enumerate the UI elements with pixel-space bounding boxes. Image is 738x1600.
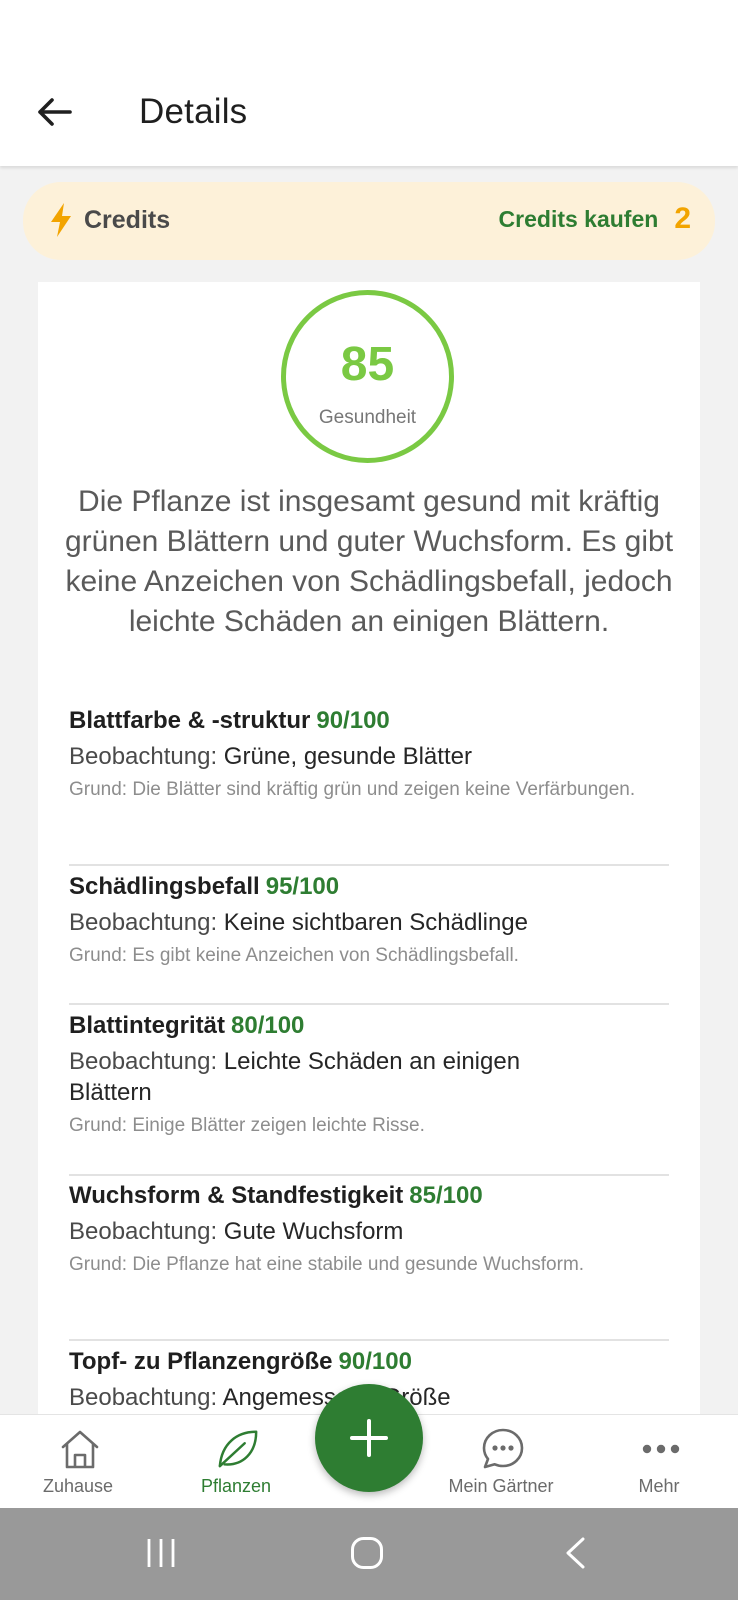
metric-title: Blattintegrität [69,1012,225,1039]
metric-reason: Grund: Es gibt keine Anzeichen von Schäd… [69,945,519,966]
health-details-card: 85 Gesundheit Die Pflanze ist insgesamt … [38,282,700,1422]
home-icon [58,1427,102,1471]
nav-label: Mein Gärtner [448,1476,554,1496]
metric-reason: Grund: Die Pflanze hat eine stabile und … [69,1254,585,1275]
metric-score: 80/100 [231,1012,305,1039]
recent-apps-icon [147,1539,175,1567]
metric-title: Wuchsform & Standfestigkeit [69,1182,404,1209]
metric-score: 90/100 [338,1348,412,1375]
metric-item: Schädlingsbefall 95/100 Beobachtung: Kein… [69,872,669,969]
metric-score: 85/100 [409,1182,483,1209]
divider [69,1174,669,1176]
health-score-value: 85 [340,338,395,391]
home-circle-icon [351,1537,383,1569]
observation-label: Beobachtung: [69,743,218,770]
back-button[interactable] [30,88,78,136]
nav-item-my-gardener[interactable]: Mein Gärtner [431,1415,571,1509]
lightning-icon [51,203,71,237]
page-title: Details [139,92,248,131]
observation-text: Gute Wuchsform [223,1218,404,1245]
plus-icon [350,1419,388,1457]
health-summary: Die Pflanze ist insgesamt gesund mit krä… [64,485,674,638]
nav-label: Pflanzen [200,1476,272,1496]
metric-title: Schädlingsbefall [69,873,260,900]
metric-reason: Grund: Einige Blätter zeigen leichte Ris… [69,1115,425,1136]
observation-label: Beobachtung: [69,1048,218,1075]
buy-credits-label: Credits kaufen [498,205,659,232]
leaf-icon [216,1427,260,1471]
nav-item-plants[interactable]: Pflanzen [166,1415,306,1509]
metric-item: Wuchsform & Standfestigkeit 85/100 Beobac… [69,1181,669,1278]
observation-label: Beobachtung: [69,909,218,936]
divider [69,864,669,866]
chevron-left-icon [566,1537,585,1569]
divider [69,1339,669,1341]
recent-apps-button[interactable] [131,1528,191,1578]
credits-info: Credits [48,202,170,238]
nav-item-more[interactable]: Mehr [589,1415,729,1509]
metric-score: 90/100 [316,707,390,734]
metric-item: Blattfarbe & -struktur 90/100 Beobachtung… [69,706,669,803]
system-back-button[interactable] [545,1528,605,1578]
metric-reason: Grund: Die Blätter sind kräftig grün und… [69,779,636,800]
nav-label: Mehr [638,1476,680,1496]
health-score-ring: 85 Gesundheit [281,290,454,463]
health-score-label: Gesundheit [318,407,417,428]
chat-icon [481,1427,525,1471]
divider [69,1003,669,1005]
observation-label: Beobachtung: [69,1218,218,1245]
nav-item-home[interactable]: Zuhause [8,1415,148,1509]
home-system-button[interactable] [337,1528,397,1578]
system-navigation-bar [0,1508,738,1600]
credits-count: 2 [674,202,691,235]
metric-title: Topf- zu Pflanzengröße [69,1348,333,1375]
arrow-left-icon [38,98,72,126]
add-plant-button[interactable] [315,1384,423,1492]
metric-title: Blattfarbe & -struktur [69,707,311,734]
credits-label: Credits [84,205,171,234]
metric-score: 95/100 [265,873,340,900]
observation-text: Keine sichtbaren Schädlinge [223,909,529,936]
more-icon [639,1427,683,1471]
app-bar: Details [0,0,738,166]
credits-bar: Credits Credits kaufen 2 [23,182,715,260]
buy-credits-button[interactable]: Credits kaufen 2 [499,202,691,236]
nav-label: Zuhause [42,1476,114,1496]
observation-label: Beobachtung: [69,1384,218,1411]
observation-text: Grüne, gesunde Blätter [223,743,472,770]
metric-item: Blattintegrität 80/100 Beobachtung: Leich… [69,1011,669,1139]
